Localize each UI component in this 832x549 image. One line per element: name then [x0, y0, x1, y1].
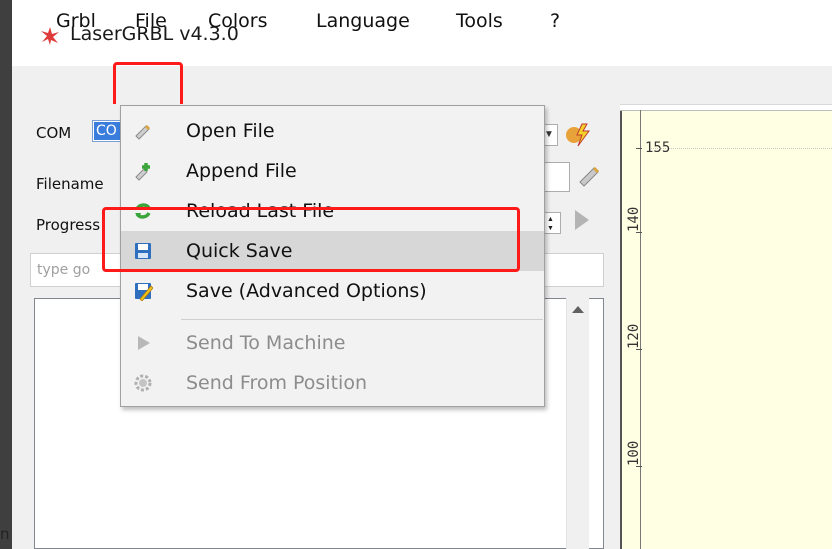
run-play-button[interactable]: [575, 210, 589, 230]
append-file-icon: [135, 163, 150, 181]
filename-label: Filename: [36, 175, 104, 193]
menu-item-send-to-machine[interactable]: Send To Machine: [121, 323, 544, 363]
menu-separator: [181, 319, 543, 320]
menu-item-label: Send To Machine: [186, 332, 346, 354]
ruler-guide-line: [650, 148, 832, 149]
menu-item-save-advanced[interactable]: Save (Advanced Options): [121, 271, 544, 311]
menu-help[interactable]: ?: [550, 10, 560, 32]
com-label: COM: [36, 124, 72, 142]
progress-stepper[interactable]: ▲ ▼: [543, 212, 561, 234]
save-advanced-icon: [135, 283, 153, 301]
background-window-text: n: [0, 525, 10, 543]
open-file-icon[interactable]: [576, 164, 602, 188]
panel-splitter[interactable]: [604, 104, 620, 549]
menu-language[interactable]: Language: [316, 10, 410, 32]
connect-icon[interactable]: [564, 122, 592, 148]
preview-canvas[interactable]: [620, 110, 832, 549]
preview-top-border: [620, 110, 832, 111]
play-icon: [138, 336, 150, 350]
ruler-tick: [636, 232, 642, 233]
menu-item-label: Open File: [186, 120, 275, 142]
menu-item-label: Send From Position: [186, 372, 367, 394]
menu-grbl[interactable]: Grbl: [56, 10, 96, 32]
menu-item-send-from-position[interactable]: Send From Position: [121, 363, 544, 403]
background-window-edge: [0, 0, 12, 549]
gear-icon: [134, 374, 152, 392]
ruler-label-140: 140: [626, 206, 642, 232]
ruler-tick: [636, 466, 642, 467]
quick-save-highlight-box: [102, 207, 520, 272]
menu-item-label: Append File: [186, 160, 297, 182]
menu-tools[interactable]: Tools: [456, 10, 503, 32]
scroll-up-arrow-icon[interactable]: [572, 306, 584, 313]
open-file-icon: [135, 124, 151, 140]
ruler-tick: [636, 148, 642, 149]
console-scrollbar[interactable]: [566, 298, 589, 549]
ruler-label-120: 120: [626, 323, 642, 349]
menu-file[interactable]: File: [135, 10, 167, 32]
menu-item-append-file[interactable]: Append File: [121, 151, 544, 191]
ruler-label-100: 100: [626, 440, 642, 466]
progress-label: Progress: [36, 216, 101, 234]
ruler-tick: [636, 349, 642, 350]
menu-colors[interactable]: Colors: [208, 10, 268, 32]
menu-item-label: Save (Advanced Options): [186, 280, 427, 302]
menu-item-open-file[interactable]: Open File: [121, 111, 544, 151]
command-placeholder: type go: [37, 262, 91, 278]
